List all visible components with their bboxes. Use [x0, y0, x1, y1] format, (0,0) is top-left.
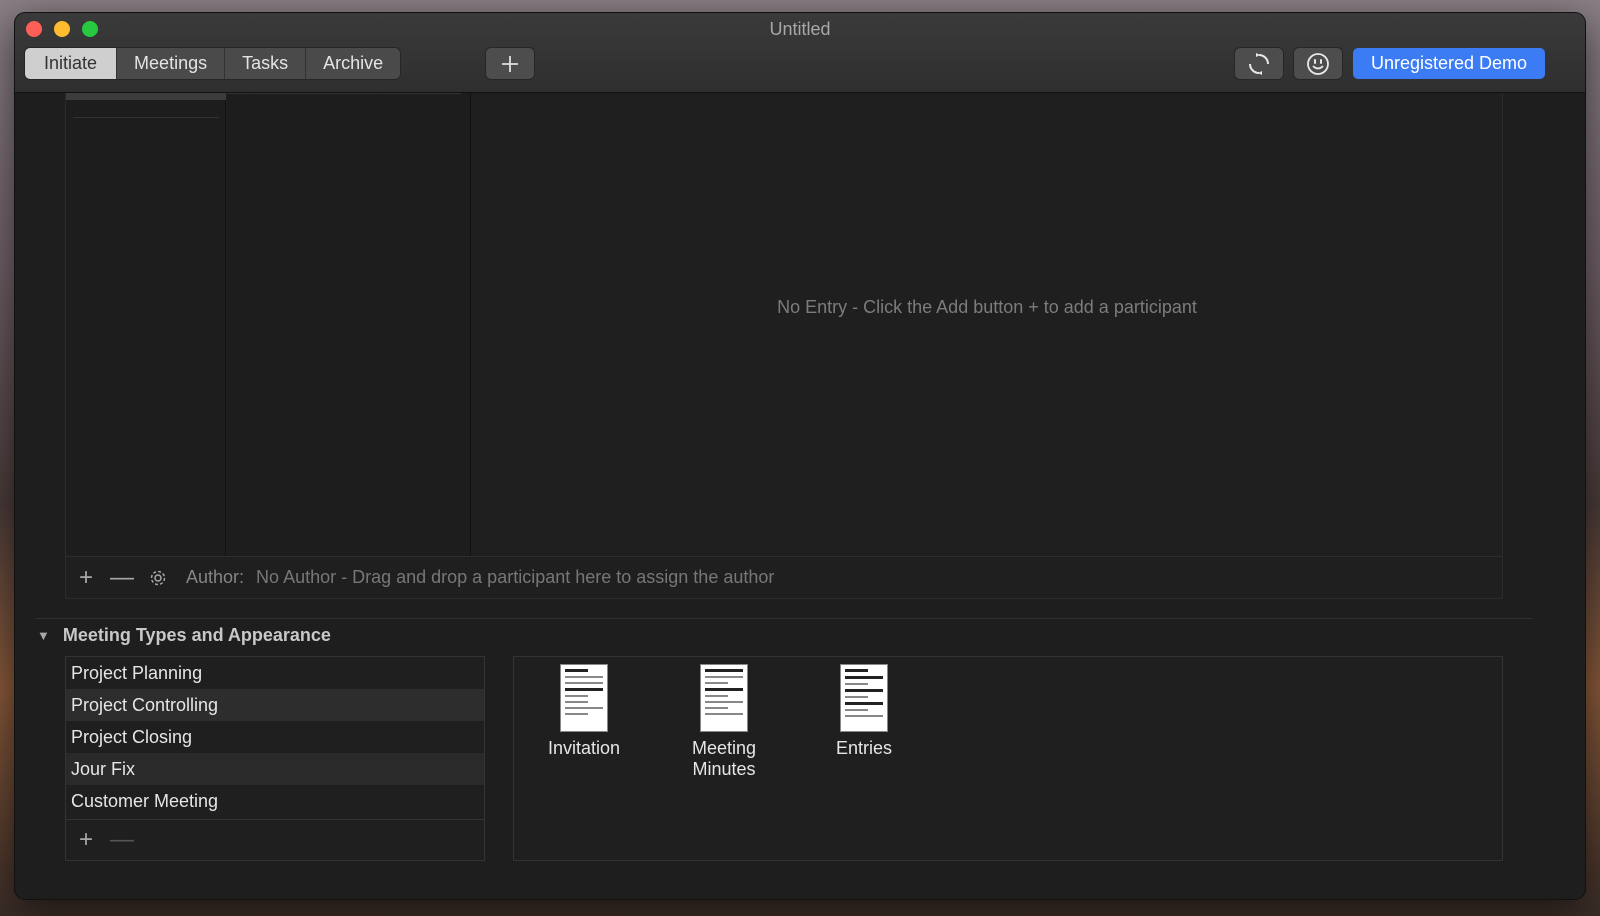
tab-initiate[interactable]: Initiate [25, 48, 118, 79]
tab-tasks[interactable]: Tasks [225, 48, 307, 79]
sync-icon [1249, 52, 1269, 75]
unregistered-demo-button[interactable]: Unregistered Demo [1353, 48, 1545, 79]
selected-group-row[interactable] [66, 93, 226, 100]
meeting-minutes-template[interactable]: Meeting Minutes [664, 664, 784, 780]
list-item[interactable]: Project Closing [66, 721, 484, 753]
feedback-button[interactable] [1294, 48, 1342, 79]
author-label: Author: [186, 567, 245, 587]
document-label: Meeting Minutes [691, 738, 757, 779]
sync-button[interactable] [1235, 48, 1283, 79]
meeting-types-section-header[interactable]: ▼ Meeting Types and Appearance [37, 625, 331, 646]
add-participant-button[interactable]: + [68, 564, 104, 592]
smiley-icon [1307, 52, 1329, 75]
empty-state-message: No Entry - Click the Add button + to add… [777, 297, 1197, 317]
divider [227, 93, 461, 94]
document-label: Invitation [547, 738, 621, 758]
participants-column[interactable] [227, 93, 471, 556]
tab-meetings[interactable]: Meetings [117, 48, 226, 79]
window-title: Untitled [769, 19, 831, 39]
list-item[interactable]: Project Planning [66, 657, 484, 689]
remove-participant-button[interactable]: — [104, 564, 140, 592]
settings-button[interactable] [140, 568, 176, 588]
title-bar: Untitled Initiate Meetings Tasks Archive [15, 13, 1585, 93]
list-item[interactable]: Customer Meeting [66, 785, 484, 817]
add-button[interactable] [486, 48, 534, 79]
document-thumbnail-icon [700, 664, 748, 732]
document-thumbnail-icon [840, 664, 888, 732]
section-divider [35, 618, 1533, 619]
groups-column[interactable] [66, 93, 226, 556]
plus-icon [502, 55, 518, 72]
author-drop-target[interactable]: No Author - Drag and drop a participant … [256, 567, 774, 588]
app-window: Untitled Initiate Meetings Tasks Archive [15, 13, 1585, 899]
participants-pane: No Entry - Click the Add button + to add… [65, 93, 1503, 599]
list-item[interactable]: Jour Fix [66, 753, 484, 785]
document-label: Entries [835, 738, 893, 758]
meeting-types-toolbar: + — [66, 819, 484, 860]
remove-meeting-type-button[interactable]: — [104, 826, 140, 854]
document-thumbnail-icon [560, 664, 608, 732]
section-title: Meeting Types and Appearance [62, 625, 331, 645]
document-templates-pane: Invitation Meeting Minutes Entries [513, 656, 1503, 861]
meeting-types-list: Project Planning Project Controlling Pro… [65, 656, 485, 861]
invitation-template[interactable]: Invitation [524, 664, 644, 759]
tab-archive[interactable]: Archive [306, 48, 400, 79]
entries-template[interactable]: Entries [804, 664, 924, 759]
participants-toolbar: + — Author: No Author - Drag and drop a … [66, 556, 1502, 598]
divider [73, 117, 219, 118]
list-item[interactable]: Project Controlling [66, 689, 484, 721]
gear-icon [150, 570, 166, 585]
disclosure-triangle-icon[interactable]: ▼ [37, 628, 50, 643]
add-meeting-type-button[interactable]: + [68, 826, 104, 854]
view-tabs: Initiate Meetings Tasks Archive [25, 48, 401, 79]
